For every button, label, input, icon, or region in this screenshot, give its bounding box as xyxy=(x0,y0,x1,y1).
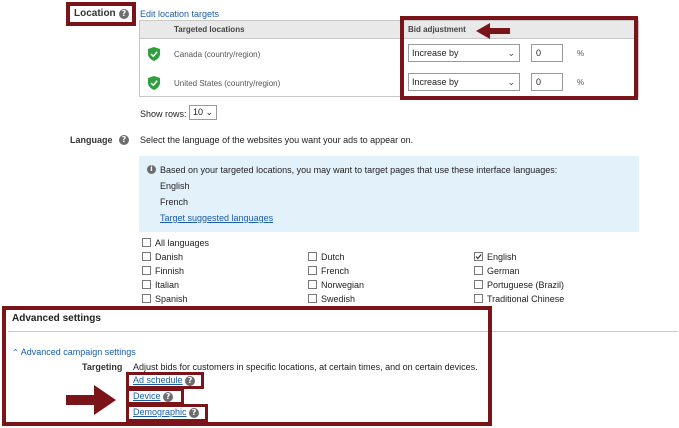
language-label-text: Traditional Chinese xyxy=(487,294,565,304)
language-label-text: Finnish xyxy=(155,266,185,276)
location-name: United States (country/region) xyxy=(174,79,281,88)
language-checkbox[interactable] xyxy=(308,294,317,303)
show-rows-label: Show rows: xyxy=(140,109,187,119)
language-label-text: Swedish xyxy=(321,294,356,304)
language-checkbox[interactable] xyxy=(142,266,151,275)
target-suggested-languages-link[interactable]: Target suggested languages xyxy=(160,213,273,223)
targeted-locations-header: Targeted locations xyxy=(174,25,245,34)
language-label-text: Dutch xyxy=(321,252,345,262)
device-highlight-box xyxy=(126,388,184,405)
location-highlight-box xyxy=(66,2,136,26)
check-shield-icon xyxy=(148,47,160,61)
language-label-text: German xyxy=(487,266,520,276)
suggested-language: French xyxy=(160,197,189,207)
language-checkbox[interactable] xyxy=(308,252,317,261)
chevron-down-icon: ⌄ xyxy=(205,107,213,117)
language-label: Language xyxy=(70,135,113,145)
language-label-text: Norwegian xyxy=(321,280,365,290)
language-checkbox[interactable] xyxy=(142,280,151,289)
left-arrow-icon xyxy=(476,23,510,39)
language-checkbox[interactable] xyxy=(474,294,483,303)
language-checkbox[interactable] xyxy=(142,294,151,303)
language-checkbox[interactable] xyxy=(474,280,483,289)
language-label-text: Italian xyxy=(155,280,180,290)
all-languages-checkbox[interactable] xyxy=(142,238,151,247)
info-icon: i xyxy=(147,165,156,174)
language-checkbox[interactable] xyxy=(308,266,317,275)
info-text: Based on your targeted locations, you ma… xyxy=(160,165,558,175)
show-rows-value: 10 xyxy=(193,107,204,117)
edit-location-targets-link[interactable]: Edit location targets xyxy=(140,9,219,19)
language-info-box: i Based on your targeted locations, you … xyxy=(139,156,639,232)
show-rows-select[interactable]: 10 ⌄ xyxy=(189,105,217,120)
language-label-text: Danish xyxy=(155,252,184,262)
language-checkbox[interactable] xyxy=(308,280,317,289)
right-arrow-icon xyxy=(66,385,116,415)
language-checkbox-checked[interactable] xyxy=(474,252,483,261)
language-label-text: English xyxy=(487,252,517,262)
demographic-highlight-box xyxy=(126,404,208,422)
language-help-icon[interactable]: ? xyxy=(119,135,129,145)
ad-schedule-highlight-box xyxy=(126,372,204,389)
language-description: Select the language of the websites you … xyxy=(140,135,414,145)
location-name: Canada (country/region) xyxy=(174,50,261,59)
language-checkbox[interactable] xyxy=(474,266,483,275)
checkmark-icon xyxy=(475,254,482,260)
suggested-language: English xyxy=(160,181,190,191)
language-label-text: Portuguese (Brazil) xyxy=(487,280,565,290)
language-label-text: Spanish xyxy=(155,294,188,304)
all-languages-label: All languages xyxy=(155,238,210,248)
check-shield-icon xyxy=(148,76,160,90)
bid-adjustment-highlight-box xyxy=(400,16,638,100)
language-label-text: French xyxy=(321,266,350,276)
language-checkbox[interactable] xyxy=(142,252,151,261)
